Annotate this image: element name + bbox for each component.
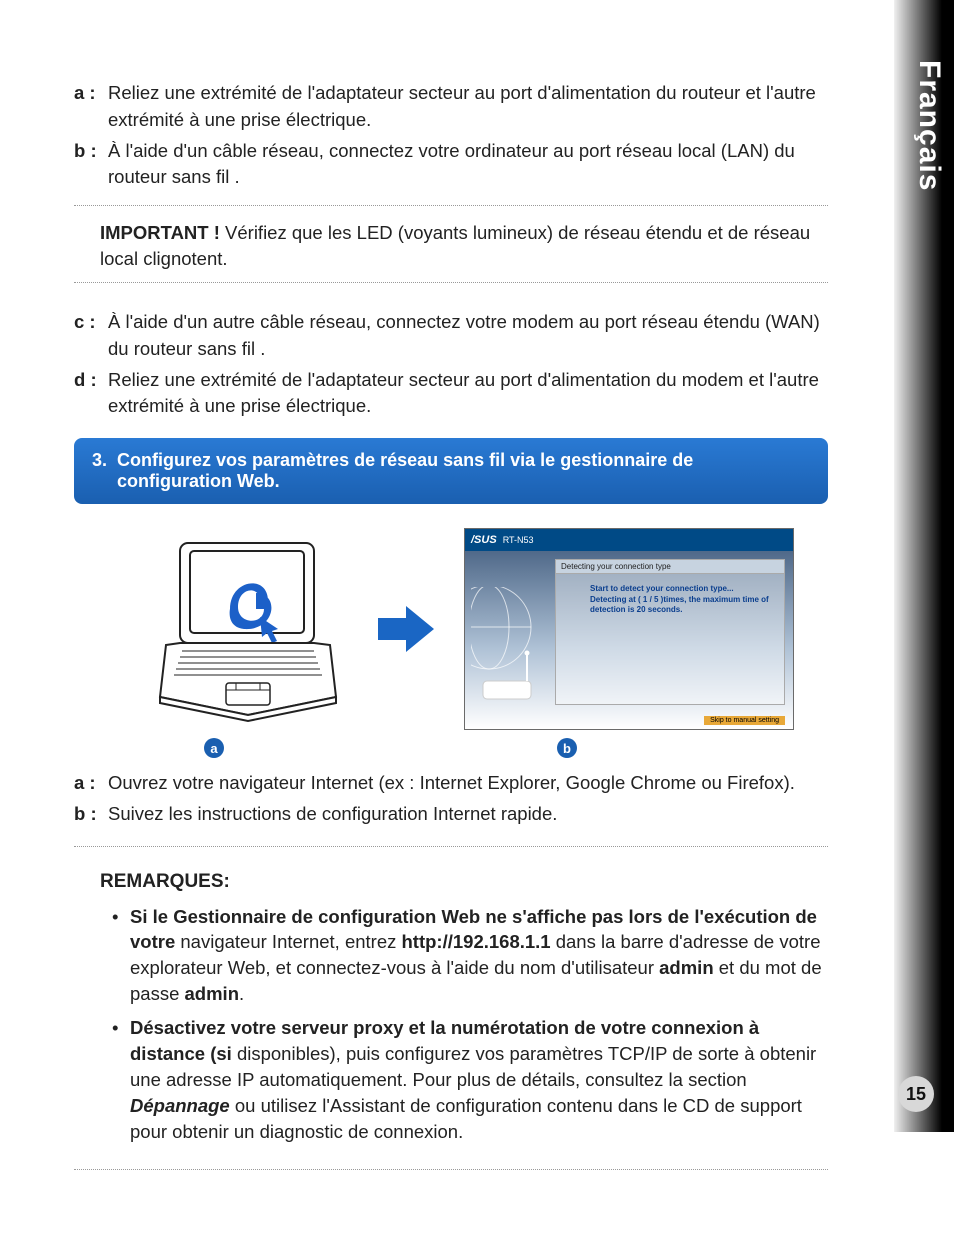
step-3a-label: a : — [74, 770, 108, 797]
language-label: Français — [912, 60, 946, 191]
r1-seg7: admin — [185, 983, 239, 1004]
step-b-label: b : — [74, 138, 108, 192]
step-d-label: d : — [74, 367, 108, 421]
panel-msg-line3: detection is 20 seconds. — [590, 605, 776, 615]
step-c: c : À l'aide d'un autre câble réseau, co… — [74, 309, 828, 363]
step-a-label: a : — [74, 80, 108, 134]
r1-seg8: . — [239, 983, 244, 1004]
r1-seg2: navigateur Internet, entrez — [180, 931, 401, 952]
step-3b-text: Suivez les instructions de configuration… — [108, 801, 828, 828]
remarks-box: REMARQUES: Si le Gestionnaire de configu… — [74, 846, 828, 1170]
step-3-number: 3. — [92, 450, 107, 492]
illustration-row: /SUS RT-N53 Detecting your connection ty… — [114, 528, 828, 730]
remarks-title: REMARQUES: — [100, 869, 828, 896]
step-b: b : À l'aide d'un câble réseau, connecte… — [74, 138, 828, 192]
important-label: IMPORTANT ! — [100, 222, 220, 243]
step-list-2: c : À l'aide d'un autre câble réseau, co… — [74, 309, 828, 420]
laptop-illustration — [148, 529, 348, 729]
label-circle-a: a — [204, 738, 224, 758]
step-d-text: Reliez une extrémité de l'adaptateur sec… — [108, 367, 828, 421]
panel-message: Start to detect your connection type... … — [556, 574, 784, 623]
panel-title: Detecting your connection type — [556, 560, 784, 574]
important-note-box: IMPORTANT ! Vérifiez que les LED (voyant… — [74, 205, 828, 283]
r1-seg5: admin — [659, 957, 713, 978]
step-b-text: À l'aide d'un câble réseau, connectez vo… — [108, 138, 828, 192]
step-d: d : Reliez une extrémité de l'adaptateur… — [74, 367, 828, 421]
panel-msg-line1: Start to detect your connection type... — [590, 584, 776, 594]
step-3-heading-bar: 3. Configurez vos paramètres de réseau s… — [74, 438, 828, 504]
step-a-text: Reliez une extrémité de l'adaptateur sec… — [108, 80, 828, 134]
label-circle-b: b — [557, 738, 577, 758]
illustration-labels: a b — [114, 738, 828, 758]
router-config-screenshot: /SUS RT-N53 Detecting your connection ty… — [464, 528, 794, 730]
detection-panel: Detecting your connection type Start to … — [555, 559, 785, 705]
step-3-text: Configurez vos paramètres de réseau sans… — [117, 450, 810, 492]
step-3b-label: b : — [74, 801, 108, 828]
step-3a: a : Ouvrez votre navigateur Internet (ex… — [74, 770, 828, 797]
panel-msg-line2: Detecting at ( 1 / 5 )times, the maximum… — [590, 595, 776, 605]
r2-seg4: ou utilisez l'Assistant de configuration… — [130, 1095, 802, 1142]
page-number: 15 — [898, 1076, 934, 1112]
remark-item-2: Désactivez votre serveur proxy et la num… — [112, 1015, 828, 1144]
skip-manual-button[interactable]: Skip to manual setting — [704, 716, 785, 725]
page-content: a : Reliez une extrémité de l'adaptateur… — [0, 0, 898, 1250]
step-c-text: À l'aide d'un autre câble réseau, connec… — [108, 309, 828, 363]
language-side-tab: Français — [894, 0, 954, 1132]
screenshot-header: /SUS RT-N53 — [465, 529, 793, 551]
r2-seg3: Dépannage — [130, 1095, 230, 1116]
asus-logo: /SUS — [471, 534, 497, 546]
step-list-1: a : Reliez une extrémité de l'adaptateur… — [74, 80, 828, 191]
remark-item-1: Si le Gestionnaire de configuration Web … — [112, 904, 828, 1008]
router-model: RT-N53 — [503, 535, 534, 545]
step-3a-text: Ouvrez votre navigateur Internet (ex : I… — [108, 770, 828, 797]
step-a: a : Reliez une extrémité de l'adaptateur… — [74, 80, 828, 134]
r1-seg3: http://192.168.1.1 — [402, 931, 551, 952]
step-3b: b : Suivez les instructions de configura… — [74, 801, 828, 828]
arrow-right-icon — [376, 604, 436, 654]
step-c-label: c : — [74, 309, 108, 363]
step-list-3: a : Ouvrez votre navigateur Internet (ex… — [74, 770, 828, 828]
router-globe-illustration — [471, 587, 551, 707]
